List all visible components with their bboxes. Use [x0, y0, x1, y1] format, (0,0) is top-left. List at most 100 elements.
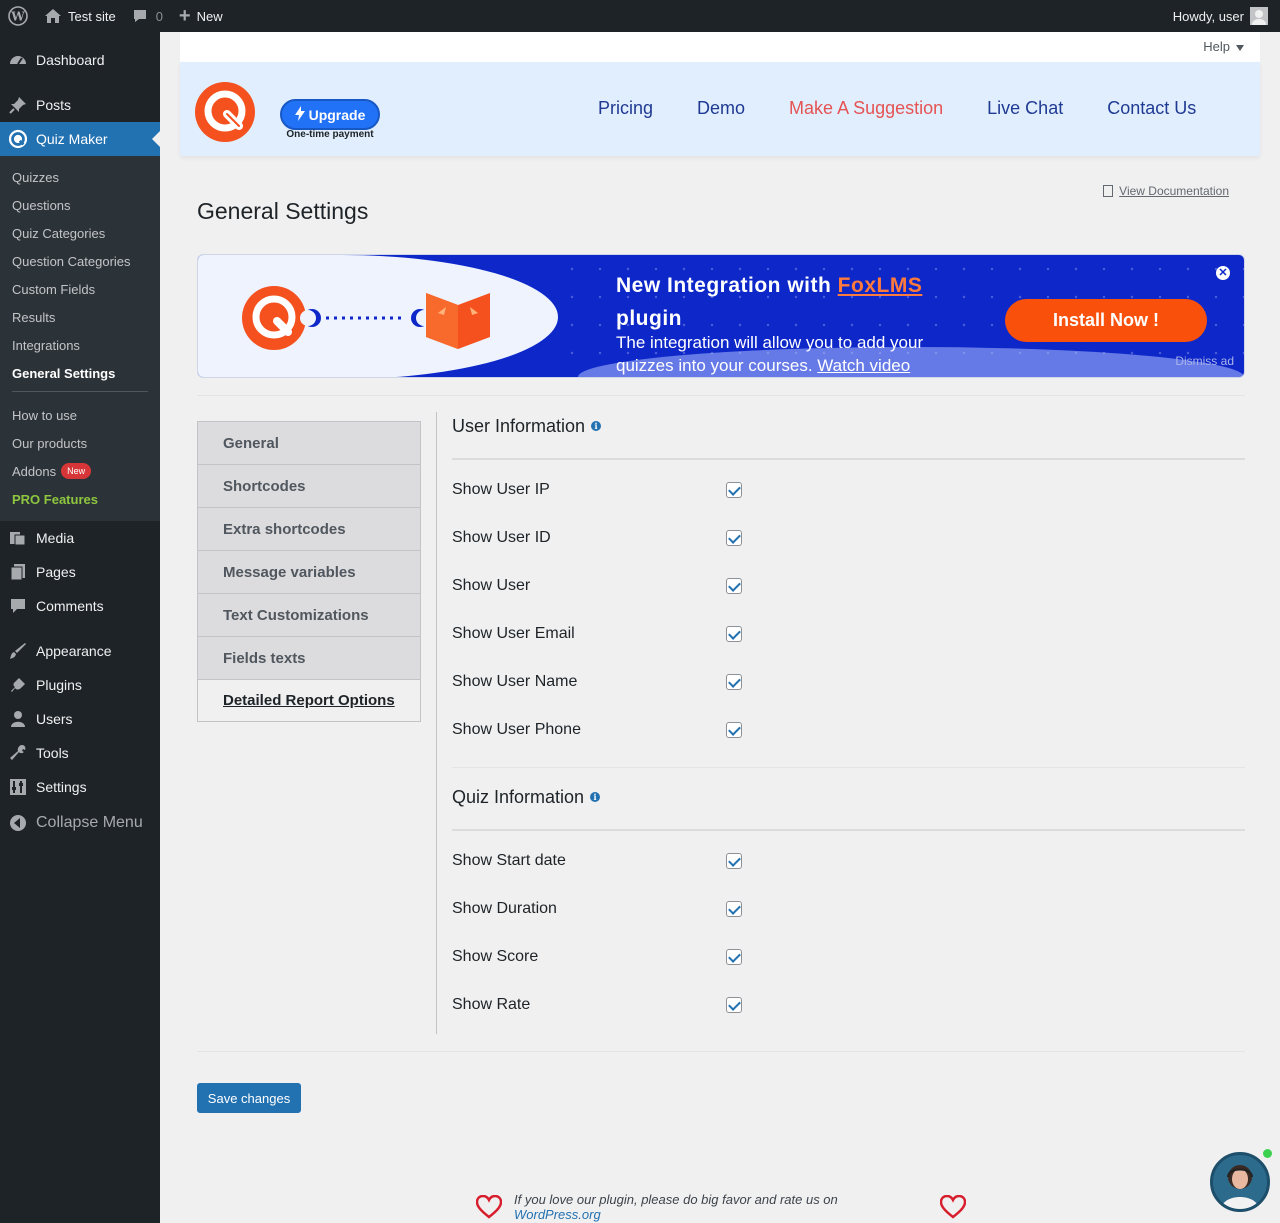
menu-item-quiz-maker[interactable]: Quiz Maker: [0, 122, 160, 156]
menu-item-posts[interactable]: Posts: [0, 88, 160, 122]
quiz-maker-logo-icon: [195, 82, 255, 142]
menu-item-media[interactable]: Media: [0, 521, 160, 555]
quiz-maker-submenu: Quizzes Questions Quiz Categories Questi…: [0, 156, 160, 521]
nav-live-chat[interactable]: Live Chat: [987, 98, 1063, 119]
show-rate-checkbox[interactable]: [726, 997, 742, 1013]
install-now-button[interactable]: Install Now !: [1005, 299, 1207, 342]
menu-item-plugins[interactable]: Plugins: [0, 668, 160, 702]
info-icon[interactable]: i: [590, 792, 601, 802]
menu-item-tools[interactable]: Tools: [0, 736, 160, 770]
setting-row: Show Start date: [452, 837, 1245, 885]
menu-label: Tools: [36, 745, 69, 761]
close-icon[interactable]: ✕: [1216, 266, 1230, 280]
submenu-how-to-use[interactable]: How to use: [0, 401, 160, 429]
section-separator: [452, 767, 1245, 768]
submenu-questions[interactable]: Questions: [0, 191, 160, 219]
menu-label: Plugins: [36, 677, 82, 693]
watch-video-link[interactable]: Watch video: [817, 356, 910, 375]
plug-icon: [8, 675, 28, 695]
heart-icon: [940, 1195, 967, 1219]
tab-detailed-report-options[interactable]: Detailed Report Options: [197, 679, 421, 722]
divider: [197, 1051, 1245, 1052]
tab-text-customizations[interactable]: Text Customizations: [197, 593, 421, 636]
upgrade-button[interactable]: Upgrade: [280, 99, 380, 130]
setting-row: Show User IP: [452, 466, 1245, 514]
menu-label: Media: [36, 530, 75, 546]
show-user-phone-checkbox[interactable]: [726, 722, 742, 738]
new-content-link[interactable]: + New: [171, 0, 231, 32]
tabs-divider: [436, 412, 437, 1034]
submenu-results[interactable]: Results: [0, 303, 160, 331]
site-name: Test site: [68, 8, 116, 24]
setting-label: Show Score: [452, 948, 539, 965]
plus-icon: +: [178, 4, 191, 27]
menu-label: Posts: [36, 97, 72, 113]
show-score-checkbox[interactable]: [726, 949, 742, 965]
site-name-link[interactable]: Test site: [36, 0, 124, 32]
tab-shortcodes[interactable]: Shortcodes: [197, 464, 421, 507]
user-icon: [8, 709, 28, 729]
nav-contact-us[interactable]: Contact Us: [1107, 98, 1196, 119]
nav-pricing[interactable]: Pricing: [598, 98, 653, 119]
my-account-link[interactable]: Howdy, user: [1165, 0, 1280, 32]
setting-row: Show User: [452, 562, 1245, 610]
nav-make-suggestion[interactable]: Make A Suggestion: [789, 98, 943, 119]
plugin-header: Upgrade One-time payment Pricing Demo Ma…: [180, 62, 1260, 156]
show-duration-checkbox[interactable]: [726, 901, 742, 917]
menu-item-dashboard[interactable]: Dashboard: [0, 43, 160, 77]
tab-fields-texts[interactable]: Fields texts: [197, 636, 421, 679]
settings-tabs: General Shortcodes Extra shortcodes Mess…: [197, 421, 421, 722]
tab-message-variables[interactable]: Message variables: [197, 550, 421, 593]
info-icon[interactable]: i: [591, 421, 602, 431]
tab-general[interactable]: General: [197, 421, 421, 464]
menu-item-settings[interactable]: Settings: [0, 770, 160, 804]
submenu-quiz-categories[interactable]: Quiz Categories: [0, 219, 160, 247]
submenu-general-settings[interactable]: General Settings: [0, 359, 160, 387]
show-user-email-checkbox[interactable]: [726, 626, 742, 642]
submenu-our-products[interactable]: Our products: [0, 429, 160, 457]
submenu-pro-features[interactable]: PRO Features: [0, 485, 160, 513]
menu-item-comments[interactable]: Comments: [0, 589, 160, 623]
wordpress-logo-icon[interactable]: W: [0, 0, 36, 32]
comments-link[interactable]: 0: [124, 0, 171, 32]
pages-icon: [8, 562, 28, 582]
support-agent-icon: [1221, 1165, 1259, 1209]
menu-label: Users: [36, 711, 73, 727]
show-user-checkbox[interactable]: [726, 578, 742, 594]
live-chat-avatar-button[interactable]: [1210, 1152, 1270, 1212]
setting-label: Show User ID: [452, 529, 551, 546]
submenu-quizzes[interactable]: Quizzes: [0, 163, 160, 191]
collapse-label: Collapse Menu: [36, 814, 143, 831]
show-user-id-checkbox[interactable]: [726, 530, 742, 546]
foxlms-integration-banner: New Integration with FoxLMS plugin The i…: [197, 254, 1245, 378]
menu-item-pages[interactable]: Pages: [0, 555, 160, 589]
online-status-dot: [1263, 1149, 1272, 1158]
upgrade-label: Upgrade: [308, 106, 366, 123]
comments-count: 0: [155, 8, 163, 24]
nav-demo[interactable]: Demo: [697, 98, 745, 119]
wordpress-org-link[interactable]: WordPress.org: [514, 1207, 601, 1222]
banner-description: The integration will allow you to add yo…: [616, 331, 976, 377]
show-user-name-checkbox[interactable]: [726, 674, 742, 690]
setting-row: Show User Email: [452, 610, 1245, 658]
menu-item-appearance[interactable]: Appearance: [0, 634, 160, 668]
show-start-date-checkbox[interactable]: [726, 853, 742, 869]
show-user-ip-checkbox[interactable]: [726, 482, 742, 498]
dismiss-ad-link[interactable]: Dismiss ad: [1175, 354, 1234, 368]
footer-text: If you love our plugin, please do big fa…: [514, 1192, 928, 1222]
submenu-integrations[interactable]: Integrations: [0, 331, 160, 359]
save-changes-button[interactable]: Save changes: [197, 1083, 301, 1113]
submenu-question-categories[interactable]: Question Categories: [0, 247, 160, 275]
setting-label: Show Start date: [452, 852, 566, 869]
settings-icon: [8, 777, 28, 797]
submenu-custom-fields[interactable]: Custom Fields: [0, 275, 160, 303]
view-documentation-link[interactable]: View Documentation: [1103, 184, 1229, 198]
foxlms-link[interactable]: FoxLMS: [838, 274, 923, 297]
help-button[interactable]: Help: [1203, 39, 1244, 54]
menu-item-users[interactable]: Users: [0, 702, 160, 736]
collapse-menu-button[interactable]: Collapse Menu: [0, 806, 160, 840]
main-content: Help Upgrade One-time payment Pricing De…: [160, 32, 1280, 1223]
submenu-addons[interactable]: Addons New: [0, 457, 160, 485]
tab-extra-shortcodes[interactable]: Extra shortcodes: [197, 507, 421, 550]
pin-icon: [8, 95, 28, 115]
